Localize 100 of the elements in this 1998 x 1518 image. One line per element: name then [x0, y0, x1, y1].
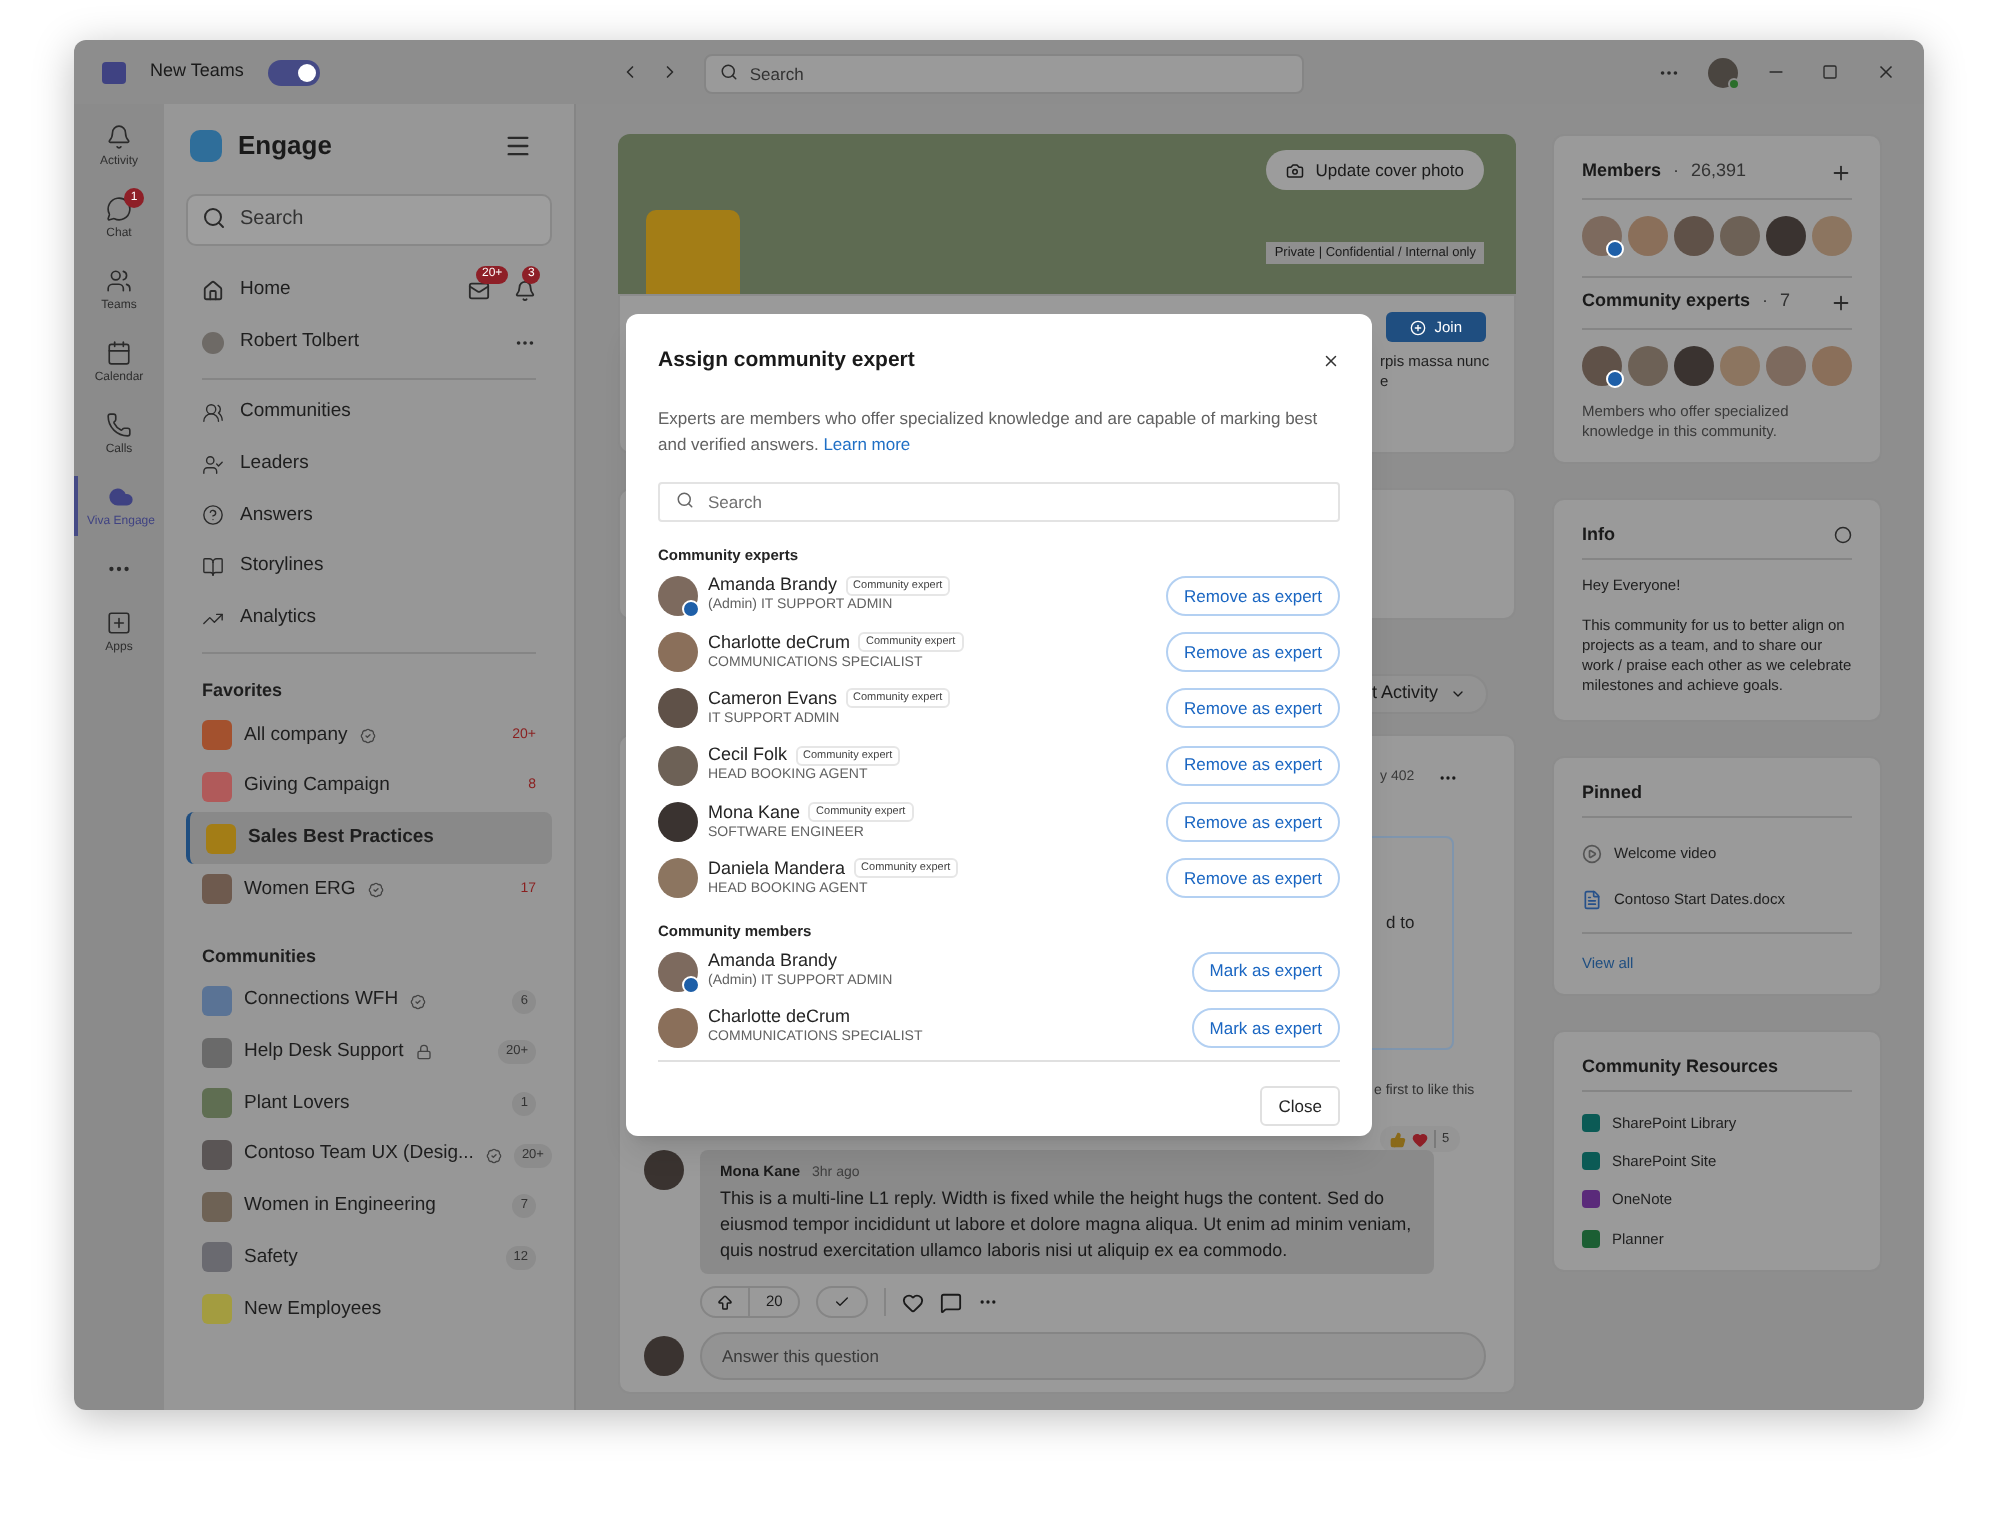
card-title: Members	[1582, 158, 1662, 185]
person-name: Cecil Folk	[708, 744, 788, 767]
add-icon[interactable]	[1830, 161, 1852, 183]
nav-item[interactable]: Storylines	[186, 541, 552, 593]
avatar	[1582, 216, 1622, 256]
avatar	[1674, 346, 1714, 386]
expert-action-button[interactable]: Remove as expert	[1166, 745, 1340, 786]
expert-action-button[interactable]: Remove as expert	[1166, 802, 1340, 843]
expert-action-button[interactable]: Mark as expert	[1191, 1007, 1340, 1048]
community-thumbnail	[202, 1037, 232, 1068]
avatar	[1582, 346, 1622, 386]
community-thumbnail	[202, 1088, 232, 1119]
answer-field[interactable]: Answer this question	[700, 1332, 1486, 1380]
profile-item[interactable]: Robert Tolbert	[202, 328, 359, 358]
count: 7	[1780, 288, 1791, 315]
add-icon[interactable]	[1830, 291, 1852, 313]
community-thumbnail	[202, 874, 232, 905]
count: 26,391	[1691, 158, 1747, 185]
dialog-description: Experts are members who offer specialized knowledge and are capable of marking best and verified answers. Learn more	[658, 405, 1320, 458]
new-teams-toggle[interactable]	[267, 59, 320, 85]
person-check-icon	[202, 453, 224, 476]
menu-icon[interactable]	[504, 132, 532, 160]
nav-item[interactable]: Leaders	[186, 438, 552, 490]
people-icon	[106, 267, 132, 293]
expert-action-button[interactable]: Remove as expert	[1166, 575, 1340, 616]
expert-action-button[interactable]: Mark as expert	[1191, 951, 1340, 992]
profile-avatar	[1708, 57, 1738, 87]
info-icon[interactable]	[1834, 526, 1852, 544]
avatar	[1720, 216, 1760, 256]
avatar	[1628, 346, 1668, 386]
bell-icon	[106, 123, 132, 149]
community-item[interactable]: New Employees	[186, 1283, 552, 1335]
arrow-up-icon	[716, 1293, 734, 1311]
expert-action-button[interactable]: Remove as expert	[1166, 688, 1340, 729]
search-field[interactable]: Search	[703, 54, 1304, 94]
avatar	[202, 332, 224, 354]
card-title: Pinned	[1582, 779, 1643, 806]
document-icon	[1582, 889, 1602, 910]
people-icon	[202, 401, 224, 424]
nav-item[interactable]: Home	[202, 276, 291, 306]
separator-dot: ·	[1673, 158, 1680, 185]
add-app-icon	[106, 609, 132, 635]
app-icon	[1582, 1229, 1600, 1248]
search-icon	[202, 206, 226, 231]
section-heading: Favorites	[200, 677, 285, 704]
cloud-icon	[108, 483, 134, 509]
expert-action-button[interactable]: Remove as expert	[1166, 858, 1340, 899]
person-name: Cameron Evans	[708, 687, 838, 710]
community-thumbnail	[202, 986, 232, 1017]
reply-text: This is a multi-line L1 reply. Width is fixed while the height hugs the content. Sed do eiusmod tempor incididunt ut labore et dolore magna aliqua. Ut enim ad minim veniam, quis nostrud exercitation ullamco laboris nisi ut aliquip ex ea commodo.	[720, 1185, 1414, 1263]
nav-item[interactable]: Analytics	[186, 592, 552, 644]
quoted-text: d to	[1386, 910, 1415, 936]
card-title: Info	[1582, 521, 1615, 548]
person-name: Daniela Mandera	[708, 857, 846, 880]
community-thumbnail	[202, 771, 232, 802]
close-icon[interactable]	[1322, 352, 1340, 371]
bell-icon[interactable]	[514, 280, 536, 302]
plus-icon	[1410, 319, 1427, 335]
community-thumbnail	[202, 1191, 232, 1222]
person-name: Amanda Brandy	[708, 574, 838, 597]
check-icon	[834, 1294, 851, 1310]
like-icon[interactable]	[902, 1291, 925, 1313]
community-thumbnail	[202, 1242, 232, 1273]
avatar	[1766, 216, 1806, 256]
learn-more-link[interactable]: Learn more	[823, 433, 911, 454]
expert-action-button[interactable]: Remove as expert	[1166, 632, 1340, 673]
nav-item[interactable]: Answers	[186, 489, 552, 542]
community-thumbnail	[202, 1140, 232, 1171]
chat-icon	[106, 195, 132, 221]
mail-icon[interactable]	[468, 280, 490, 302]
app-icon	[1582, 1113, 1600, 1132]
person-name: Amanda Brandy	[708, 950, 838, 973]
book-icon	[202, 555, 224, 578]
search-icon	[676, 490, 694, 509]
home-icon	[202, 280, 224, 302]
avatar	[1766, 346, 1806, 386]
avatar	[1674, 216, 1714, 256]
person-name: Mona Kane	[708, 801, 801, 824]
logo-icon	[190, 130, 222, 162]
maximize-icon[interactable]	[1822, 64, 1838, 80]
app-title: Engage	[238, 128, 332, 165]
card-title: Community experts	[1582, 288, 1751, 315]
search-icon	[719, 63, 738, 81]
avatar	[1812, 216, 1852, 256]
camera-icon	[1285, 161, 1304, 179]
avatar	[644, 1150, 684, 1190]
avatar	[1720, 346, 1760, 386]
community-thumbnail	[202, 1294, 232, 1325]
calendar-icon	[106, 339, 132, 365]
community-item[interactable]: Sales Best Practices	[186, 812, 552, 864]
app-name: New Teams	[150, 58, 244, 85]
teams-logo-icon	[102, 61, 126, 83]
search-field[interactable]: Search	[186, 193, 552, 245]
comment-icon[interactable]	[940, 1291, 963, 1313]
play-icon	[1582, 843, 1602, 864]
update-cover-button[interactable]: Update cover photo	[1265, 150, 1484, 190]
close-button[interactable]: Close	[1260, 1086, 1340, 1127]
community-thumbnail	[206, 823, 236, 854]
avatar	[644, 1336, 684, 1376]
nav-item[interactable]: Communities	[186, 387, 552, 439]
